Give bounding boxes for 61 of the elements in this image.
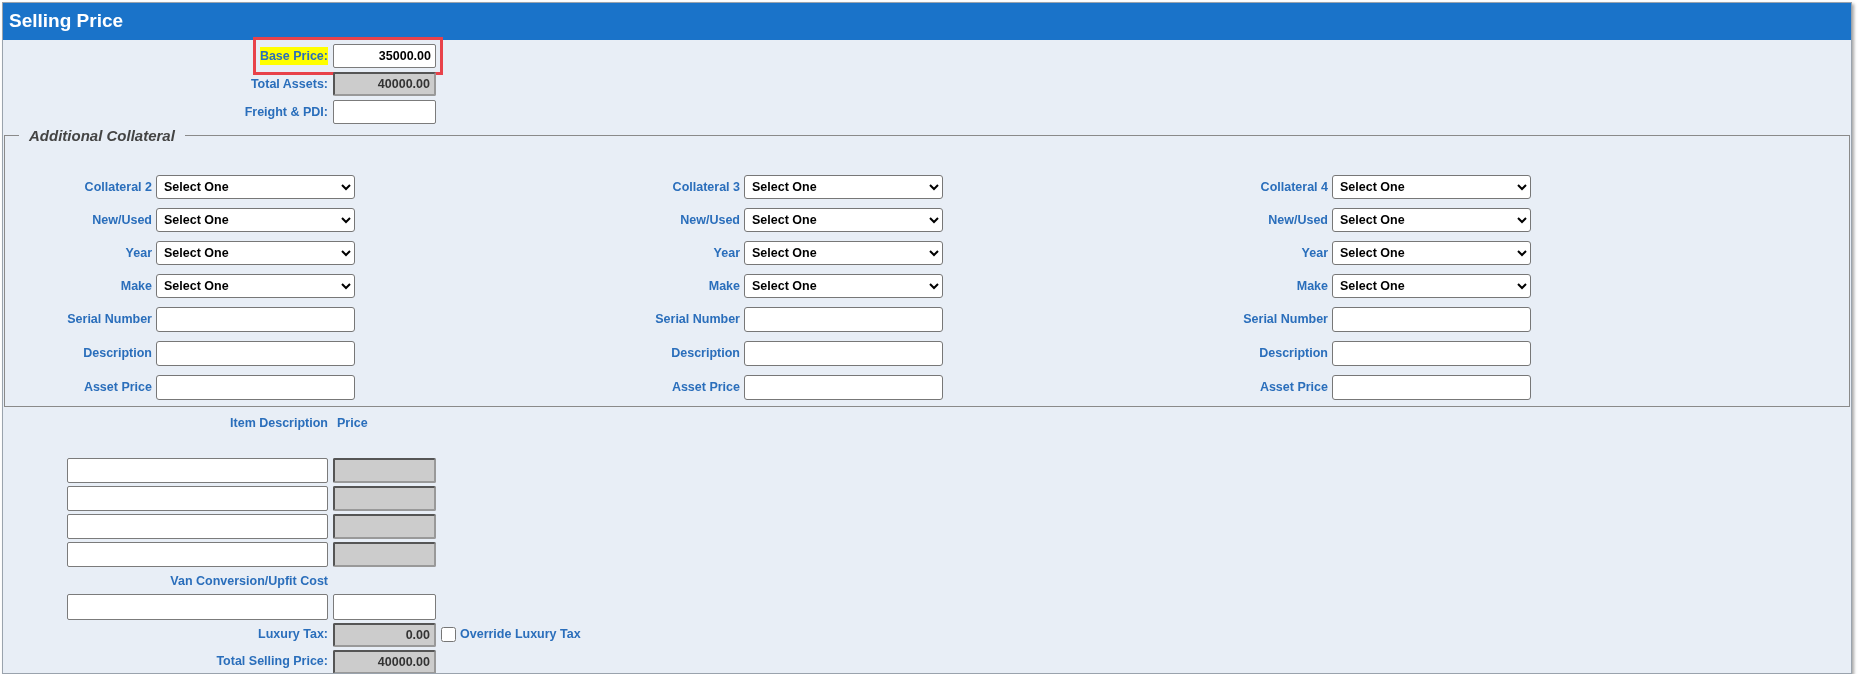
input-field[interactable] — [1332, 341, 1531, 366]
field-label: New/Used — [680, 211, 740, 229]
input-field[interactable] — [744, 341, 943, 366]
field-label: Year — [1301, 244, 1328, 262]
input-field[interactable] — [156, 375, 355, 400]
dropdown[interactable]: Select One — [744, 208, 943, 232]
input-field[interactable] — [67, 593, 328, 620]
input-field[interactable] — [744, 307, 943, 332]
field-label: Collateral 3 — [672, 178, 740, 196]
input-field[interactable] — [1332, 307, 1531, 332]
group-title: Additional Collateral — [28, 128, 176, 143]
field-label: Base Price: — [259, 46, 328, 66]
field-label: Description — [671, 345, 740, 363]
column-header: Item Description — [230, 416, 328, 430]
dropdown[interactable]: Select One — [1332, 241, 1531, 265]
column-header: Price — [337, 416, 368, 430]
field-label: Description — [1259, 345, 1328, 363]
field-label: Serial Number — [655, 311, 740, 329]
field-label: Make — [708, 277, 740, 295]
field-label: Serial Number — [67, 311, 152, 329]
input-field[interactable]: 35000.00 — [333, 44, 436, 68]
field-label: Collateral 2 — [84, 178, 152, 196]
field-label: Description — [83, 345, 152, 363]
input-field[interactable] — [67, 542, 328, 567]
dropdown[interactable]: Select One — [1332, 274, 1531, 298]
input-field[interactable] — [67, 514, 328, 539]
field-label: Year — [713, 244, 740, 262]
dropdown[interactable]: Select One — [156, 274, 355, 298]
input-field[interactable] — [333, 100, 436, 124]
field-label: New/Used — [1268, 211, 1328, 229]
input-field[interactable] — [744, 375, 943, 400]
field-label: Asset Price — [83, 379, 152, 397]
dropdown[interactable]: Select One — [744, 241, 943, 265]
dropdown[interactable]: Select One — [156, 208, 355, 232]
field-label: Asset Price — [1259, 379, 1328, 397]
field-label: New/Used — [92, 211, 152, 229]
dropdown[interactable]: Select One — [1332, 208, 1531, 232]
panel-title: Selling Price — [3, 3, 1851, 40]
field-label: Collateral 4 — [1260, 178, 1328, 196]
dropdown[interactable]: Select One — [156, 175, 355, 199]
field-label: Total Assets: — [250, 75, 328, 93]
input-field[interactable] — [156, 341, 355, 366]
field-label: Serial Number — [1243, 311, 1328, 329]
field-label: Freight & PDI: — [244, 103, 328, 121]
dropdown[interactable]: Select One — [744, 274, 943, 298]
input-field[interactable] — [156, 307, 355, 332]
field-label: Luxury Tax: — [258, 626, 328, 644]
field-label: Override Luxury Tax — [460, 626, 581, 644]
dropdown[interactable]: Select One — [1332, 175, 1531, 199]
field-label: Van Conversion/Upfit Cost — [170, 573, 328, 590]
dropdown[interactable]: Select One — [156, 241, 355, 265]
input-field[interactable] — [67, 486, 328, 511]
field-label: Make — [120, 277, 152, 295]
field-label: Total Selling Price: — [216, 653, 328, 671]
field-label: Year — [125, 244, 152, 262]
field-label: Asset Price — [671, 379, 740, 397]
field-label: Make — [1296, 277, 1328, 295]
dropdown[interactable]: Select One — [744, 175, 943, 199]
input-field[interactable] — [333, 593, 436, 620]
input-field[interactable] — [67, 458, 328, 483]
input-field[interactable] — [1332, 375, 1531, 400]
